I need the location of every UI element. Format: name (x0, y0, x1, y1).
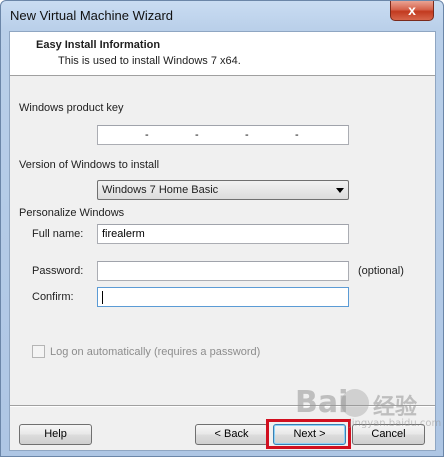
wizard-client-area: Easy Install Information This is used to… (9, 31, 436, 451)
version-label: Version of Windows to install (19, 159, 160, 171)
page-title: Easy Install Information (36, 39, 161, 51)
confirm-password-input[interactable] (97, 287, 349, 307)
product-key-input[interactable]: - - - - (97, 125, 349, 145)
version-select[interactable]: Windows 7 Home Basic (97, 180, 349, 200)
chevron-down-icon (336, 188, 344, 193)
product-key-separator: - (195, 129, 199, 141)
window-title: New Virtual Machine Wizard (10, 8, 174, 23)
text-caret (102, 291, 103, 304)
cancel-button[interactable]: Cancel (352, 424, 425, 445)
close-button[interactable]: x (390, 1, 434, 21)
autologon-checkbox[interactable] (32, 345, 45, 358)
product-key-separator: - (145, 129, 149, 141)
back-button[interactable]: < Back (195, 424, 268, 445)
full-name-value: firealerm (102, 228, 145, 240)
password-optional-hint: (optional) (358, 265, 404, 277)
password-label: Password: (32, 265, 84, 277)
autologon-label: Log on automatically (requires a passwor… (50, 346, 261, 358)
password-input[interactable] (97, 261, 349, 281)
confirm-label: Confirm: (32, 291, 74, 303)
full-name-input[interactable]: firealerm (97, 224, 349, 244)
close-icon: x (408, 2, 416, 18)
wizard-window: New Virtual Machine Wizard x Easy Instal… (0, 0, 444, 457)
page-subtitle: This is used to install Windows 7 x64. (58, 55, 241, 67)
button-separator (10, 405, 435, 407)
help-button[interactable]: Help (19, 424, 92, 445)
product-key-separator: - (295, 129, 299, 141)
full-name-label: Full name: (32, 228, 84, 240)
product-key-separator: - (245, 129, 249, 141)
title-bar[interactable]: New Virtual Machine Wizard x (1, 1, 443, 31)
product-key-label: Windows product key (19, 102, 124, 114)
version-selected-value: Windows 7 Home Basic (102, 184, 219, 196)
next-button-highlight (266, 419, 351, 449)
personalize-label: Personalize Windows (19, 207, 125, 219)
wizard-header: Easy Install Information This is used to… (10, 32, 435, 76)
